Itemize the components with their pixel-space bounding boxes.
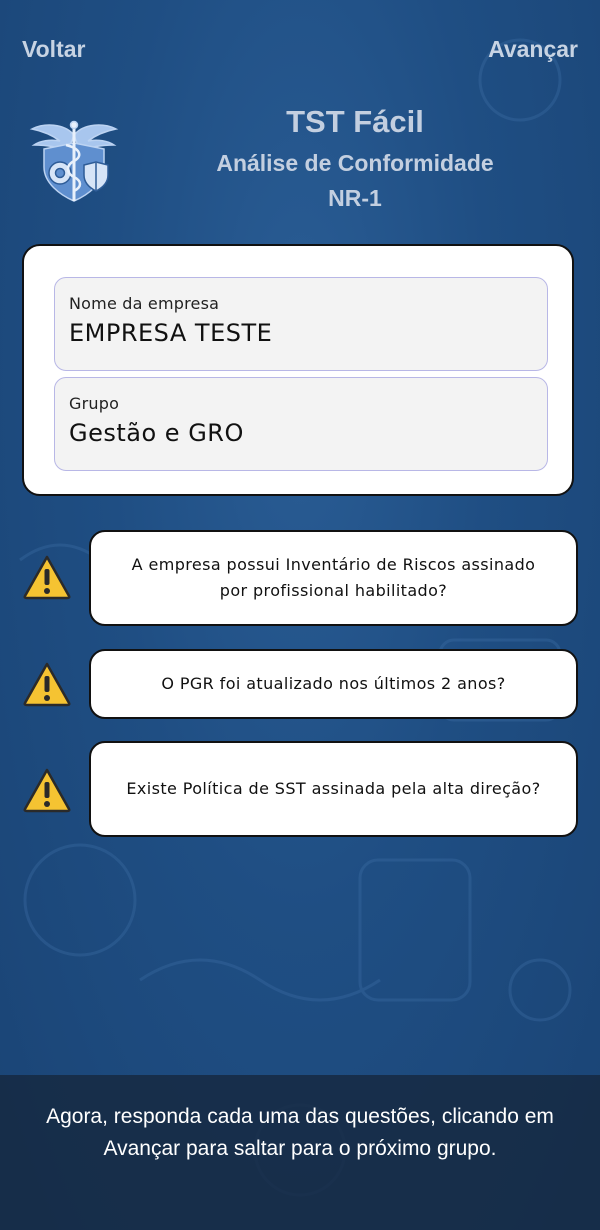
- company-name-value[interactable]: EMPRESA TESTE: [69, 319, 533, 347]
- question-card[interactable]: Existe Política de SST assinada pela alt…: [89, 741, 578, 837]
- question-card[interactable]: O PGR foi atualizado nos últimos 2 anos?: [89, 649, 578, 719]
- group-value[interactable]: Gestão e GRO: [69, 419, 533, 447]
- back-button[interactable]: Voltar: [22, 36, 85, 63]
- warning-icon: [23, 662, 71, 707]
- question-card[interactable]: A empresa possui Inventário de Riscos as…: [89, 530, 578, 626]
- group-field[interactable]: Grupo Gestão e GRO: [54, 377, 548, 471]
- standard-label: NR-1: [328, 185, 382, 211]
- app-logo: [29, 120, 119, 202]
- company-name-field[interactable]: Nome da empresa EMPRESA TESTE: [54, 277, 548, 371]
- company-info-card: Nome da empresa EMPRESA TESTE Grupo Gest…: [22, 244, 574, 496]
- footer-instruction: Agora, responda cada uma das questões, c…: [46, 1105, 554, 1160]
- warning-icon: [23, 555, 71, 600]
- group-label: Grupo: [69, 394, 120, 413]
- next-button[interactable]: Avançar: [488, 36, 578, 63]
- warning-icon: [23, 768, 71, 813]
- page-subtitle: Análise de Conformidade: [216, 150, 494, 176]
- app-title: TST Fácil: [286, 104, 424, 139]
- company-name-label: Nome da empresa: [69, 294, 220, 313]
